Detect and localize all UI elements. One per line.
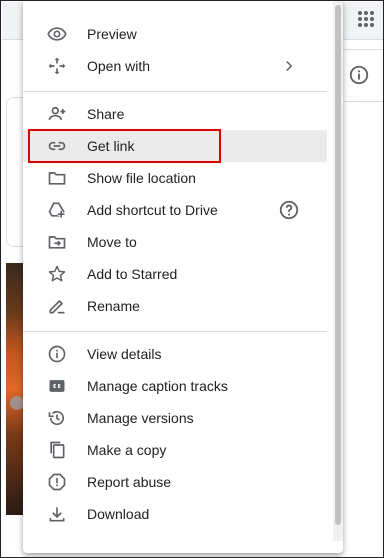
menu-item-label: Open with	[87, 58, 151, 74]
chevron-right-icon	[278, 55, 300, 77]
menu-item-label: Show file location	[87, 170, 196, 186]
menu-item-add-shortcut[interactable]: Add shortcut to Drive	[23, 194, 327, 226]
add-to-drive-icon	[47, 200, 67, 220]
person-add-icon	[47, 104, 67, 124]
copy-icon	[47, 440, 67, 460]
move-to-folder-icon	[47, 232, 67, 252]
menu-scrollbar-thumb[interactable]	[335, 5, 341, 525]
menu-item-label: Manage versions	[87, 410, 194, 426]
menu-item-label: Make a copy	[87, 442, 167, 458]
menu-item-label: Manage caption tracks	[87, 378, 228, 394]
menu-item-rename[interactable]: Rename	[23, 290, 327, 322]
menu-item-share[interactable]: Share	[23, 98, 327, 130]
pencil-icon	[47, 296, 67, 316]
download-icon	[47, 504, 67, 524]
menu-item-preview[interactable]: Preview	[23, 18, 327, 50]
info-icon	[47, 344, 67, 364]
menu-item-label: Add shortcut to Drive	[87, 202, 218, 218]
background-divider	[343, 49, 383, 50]
menu-item-manage-caption-tracks[interactable]: Manage caption tracks	[23, 370, 327, 402]
background-right-panel	[341, 40, 383, 557]
menu-item-label: Download	[87, 506, 150, 522]
menu-item-label: View details	[87, 346, 162, 362]
background-divider	[343, 101, 383, 102]
menu-item-label: Share	[87, 106, 125, 122]
folder-icon	[47, 168, 67, 188]
menu-item-label: Preview	[87, 26, 137, 42]
menu-item-label: Get link	[87, 138, 135, 154]
menu-item-view-details[interactable]: View details	[23, 338, 327, 370]
background-thumbnail-badge	[10, 396, 24, 410]
history-icon	[47, 408, 67, 428]
apps-grid-icon[interactable]	[356, 9, 376, 29]
menu-item-add-to-starred[interactable]: Add to Starred	[23, 258, 327, 290]
menu-item-label: Rename	[87, 298, 140, 314]
menu-item-show-file-location[interactable]: Show file location	[23, 162, 327, 194]
menu-item-manage-versions[interactable]: Manage versions	[23, 402, 327, 434]
menu-item-label: Report abuse	[87, 474, 172, 490]
menu-item-report-abuse[interactable]: Report abuse	[23, 466, 327, 498]
link-icon	[47, 136, 67, 156]
open-with-icon	[47, 56, 67, 76]
details-info-icon[interactable]	[348, 64, 370, 86]
screenshot-frame: Preview Open with Share Get link Show fi…	[0, 0, 384, 558]
menu-item-download[interactable]: Download	[23, 498, 327, 530]
menu-item-make-a-copy[interactable]: Make a copy	[23, 434, 327, 466]
menu-divider	[23, 91, 327, 92]
star-icon	[47, 264, 67, 284]
menu-item-move-to[interactable]: Move to	[23, 226, 327, 258]
help-icon[interactable]	[278, 199, 300, 221]
eye-icon	[47, 24, 67, 44]
menu-item-label: Move to	[87, 234, 137, 250]
menu-item-get-link[interactable]: Get link	[23, 130, 327, 162]
menu-divider	[23, 331, 327, 332]
report-icon	[47, 472, 67, 492]
menu-item-label: Add to Starred	[87, 266, 178, 282]
menu-item-open-with[interactable]: Open with	[23, 50, 327, 82]
closed-caption-icon	[47, 376, 67, 396]
